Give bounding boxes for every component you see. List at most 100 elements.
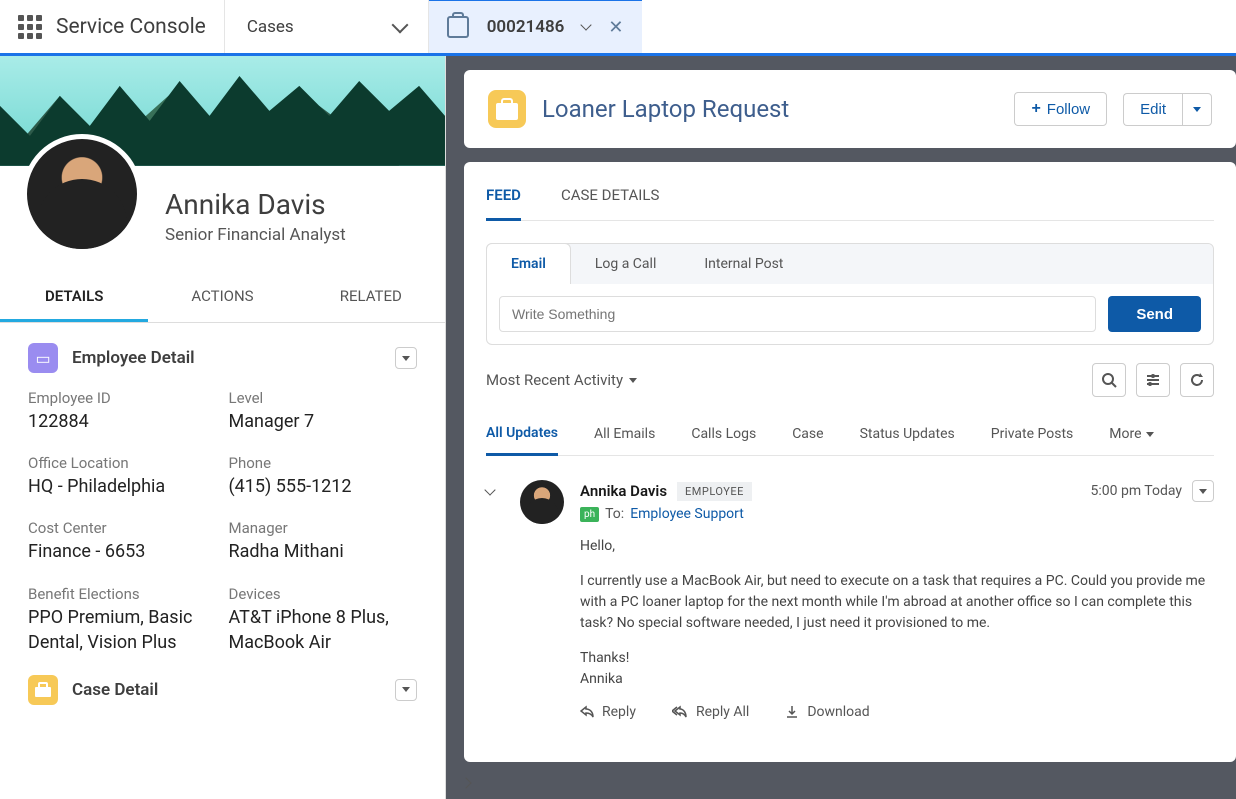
reply-button[interactable]: Reply: [580, 704, 636, 720]
composer-tab-log-call[interactable]: Log a Call: [571, 244, 680, 284]
left-panel: Annika Davis Senior Financial Analyst DE…: [0, 56, 446, 799]
chevron-down-icon: [391, 16, 408, 33]
filter-feed-button[interactable]: [1136, 363, 1170, 397]
avatar[interactable]: [520, 480, 564, 524]
employee-badge: EMPLOYEE: [677, 482, 752, 501]
follow-button[interactable]: +Follow: [1014, 92, 1107, 126]
field: Employee ID 122884: [28, 389, 217, 434]
feed-toolbar: Most Recent Activity: [486, 363, 1214, 397]
case-detail-section: Case Detail: [0, 655, 445, 705]
case-icon: [447, 16, 469, 38]
reply-icon: [580, 705, 594, 719]
top-bar: Service Console Cases 00021486 ✕: [0, 0, 1236, 56]
feed-tabs: FEED CASE DETAILS: [486, 162, 1214, 221]
employee-icon: ▭: [28, 343, 58, 373]
field-label: Benefit Elections: [28, 585, 217, 603]
filter-all-emails[interactable]: All Emails: [594, 417, 655, 455]
filter-all-updates[interactable]: All Updates: [486, 417, 558, 456]
triangle-down-icon: [1193, 107, 1201, 112]
field-label: Manager: [229, 519, 418, 537]
field-value: Manager 7: [229, 409, 418, 434]
nav-label: Cases: [247, 17, 294, 37]
close-icon[interactable]: ✕: [608, 17, 623, 38]
workspace-tab[interactable]: 00021486 ✕: [429, 0, 642, 53]
tab-feed[interactable]: FEED: [486, 178, 521, 221]
next-post-icon[interactable]: [462, 779, 470, 791]
field: Devices AT&T iPhone 8 Plus, MacBook Air: [229, 585, 418, 655]
composer: Email Log a Call Internal Post Send: [486, 243, 1214, 345]
filter-status-updates[interactable]: Status Updates: [860, 417, 955, 455]
tab-details[interactable]: DETAILS: [0, 273, 148, 322]
filter-case[interactable]: Case: [792, 417, 823, 455]
field-value: Finance - 6653: [28, 539, 217, 564]
reply-all-button[interactable]: Reply All: [672, 704, 749, 720]
post-timestamp: 5:00 pm Today: [1091, 483, 1183, 499]
section-menu-button[interactable]: [395, 679, 417, 701]
tab-case-details[interactable]: CASE DETAILS: [561, 178, 659, 220]
tab-related[interactable]: RELATED: [297, 273, 445, 322]
triangle-down-icon: [402, 687, 410, 692]
app-launcher-region: Service Console: [0, 0, 225, 53]
refresh-icon: [1189, 372, 1205, 388]
profile-title: Senior Financial Analyst: [165, 225, 445, 245]
field-label: Level: [229, 389, 418, 407]
download-button[interactable]: Download: [785, 704, 869, 720]
post-author: Annika Davis: [580, 482, 667, 500]
search-icon: [1101, 372, 1117, 388]
app-name: Service Console: [56, 15, 206, 39]
tab-label: 00021486: [487, 17, 565, 37]
collapse-icon[interactable]: [486, 480, 504, 720]
filter-private-posts[interactable]: Private Posts: [991, 417, 1074, 455]
section-menu-button[interactable]: [395, 347, 417, 369]
profile-tabs: DETAILS ACTIONS RELATED: [0, 273, 445, 323]
edit-menu-button[interactable]: [1182, 93, 1212, 126]
field-value: AT&T iPhone 8 Plus, MacBook Air: [229, 605, 418, 655]
avatar[interactable]: [22, 134, 142, 254]
composer-tabs: Email Log a Call Internal Post: [487, 244, 1213, 284]
send-button[interactable]: Send: [1108, 296, 1201, 332]
post-menu-button[interactable]: [1192, 480, 1214, 502]
triangle-down-icon: [1199, 489, 1207, 494]
field-value: Radha Mithani: [229, 539, 418, 564]
employee-detail-section: ▭ Employee Detail Employee ID 122884 Level…: [0, 323, 445, 655]
field-label: Employee ID: [28, 389, 217, 407]
triangle-down-icon: [402, 356, 410, 361]
section-title: Employee Detail: [72, 348, 381, 368]
case-header: Loaner Laptop Request +Follow Edit: [464, 70, 1236, 148]
recipient-link[interactable]: Employee Support: [630, 506, 744, 522]
edit-button[interactable]: Edit: [1123, 93, 1182, 126]
right-panel: Loaner Laptop Request +Follow Edit FEED …: [446, 56, 1236, 799]
reply-all-icon: [672, 705, 688, 719]
app-launcher-icon[interactable]: [18, 15, 42, 39]
case-icon: [28, 675, 58, 705]
filter-more[interactable]: More: [1109, 417, 1153, 455]
phone-badge-icon: ph: [580, 507, 599, 522]
field-label: Phone: [229, 454, 418, 472]
tab-actions[interactable]: ACTIONS: [148, 273, 296, 322]
filter-icon: [1145, 372, 1161, 388]
field: Level Manager 7: [229, 389, 418, 434]
search-feed-button[interactable]: [1092, 363, 1126, 397]
field-value: PPO Premium, Basic Dental, Vision Plus: [28, 605, 217, 655]
nav-item-cases[interactable]: Cases: [225, 0, 429, 53]
chevron-down-icon[interactable]: [581, 19, 592, 30]
field-label: Office Location: [28, 454, 217, 472]
section-title: Case Detail: [72, 680, 381, 700]
filter-calls-logs[interactable]: Calls Logs: [691, 417, 756, 455]
download-icon: [785, 705, 799, 719]
field: Phone(415) 555-1212: [229, 454, 418, 499]
case-title: Loaner Laptop Request: [542, 95, 998, 123]
feed-sort[interactable]: Most Recent Activity: [486, 371, 1082, 389]
triangle-down-icon: [1146, 432, 1154, 437]
composer-tab-internal-post[interactable]: Internal Post: [680, 244, 807, 284]
profile-name: Annika Davis: [165, 188, 445, 221]
field-label: Devices: [229, 585, 418, 603]
feed-post: Annika Davis EMPLOYEE 5:00 pm Today ph T…: [486, 480, 1214, 720]
edit-button-group: Edit: [1123, 93, 1212, 126]
composer-tab-email[interactable]: Email: [486, 243, 571, 284]
field: Cost CenterFinance - 6653: [28, 519, 217, 564]
refresh-feed-button[interactable]: [1180, 363, 1214, 397]
composer-input[interactable]: [499, 296, 1096, 332]
field-value: 122884: [28, 409, 217, 434]
plus-icon: +: [1031, 100, 1040, 118]
